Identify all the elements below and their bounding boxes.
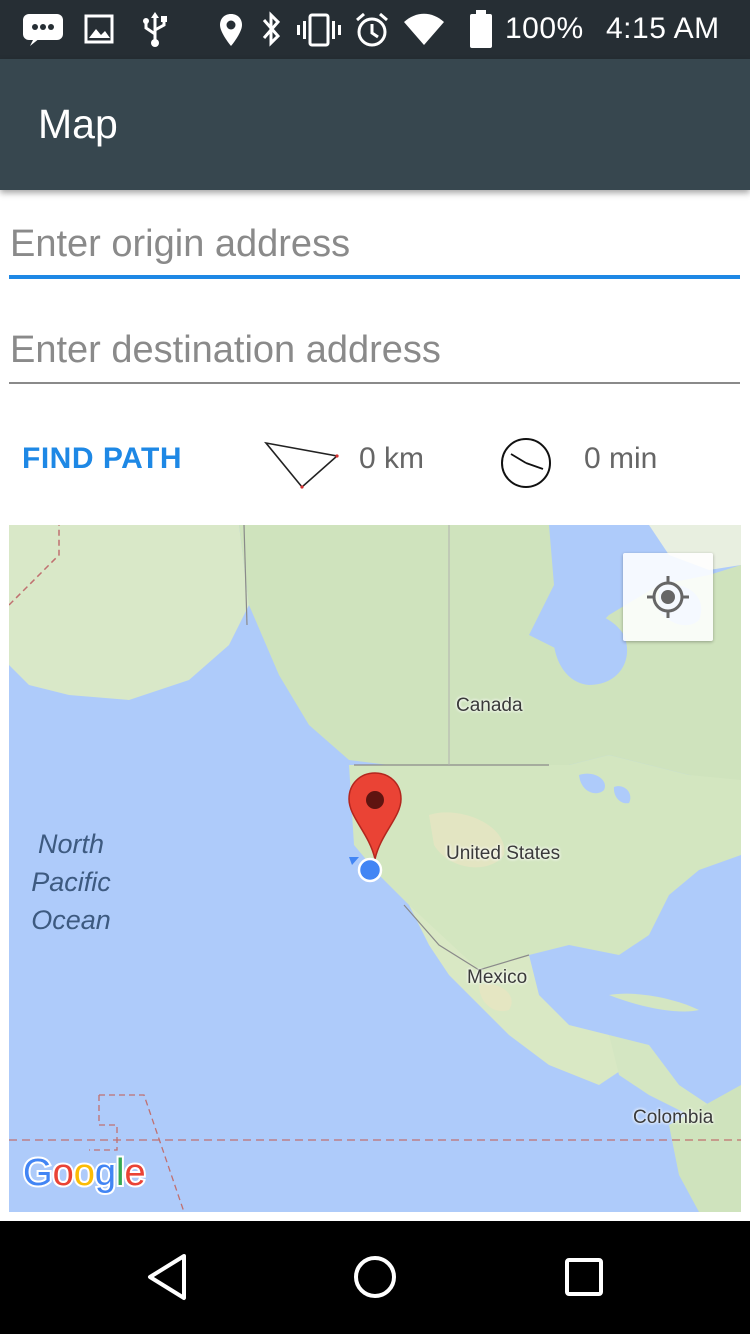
wifi-icon: [404, 13, 444, 45]
recents-icon[interactable]: [564, 1257, 604, 1297]
back-icon[interactable]: [144, 1252, 190, 1302]
home-icon[interactable]: [352, 1254, 398, 1300]
find-path-button[interactable]: FIND PATH: [22, 442, 182, 476]
origin-underline: [9, 275, 740, 279]
page-title: Map: [38, 101, 118, 147]
battery-icon: [470, 10, 492, 48]
my-location-button[interactable]: [623, 553, 713, 641]
svg-text:Google: Google: [23, 1152, 146, 1194]
google-logo: Google Google: [21, 1150, 148, 1196]
status-bar: 100% 4:15 AM: [0, 0, 750, 59]
destination-underline: [9, 382, 740, 384]
duration-value: 0 min: [584, 442, 658, 475]
map-label-united-states: United States: [446, 843, 561, 864]
map-view[interactable]: Canada United States Mexico Colombia Nor…: [9, 525, 741, 1212]
location-icon: [220, 14, 242, 46]
distance-icon: [264, 441, 339, 489]
map-label-colombia: Colombia: [633, 1107, 714, 1128]
ocean-label-line: Ocean: [31, 905, 111, 935]
map-label-north-pacific-ocean: North Pacific Ocean: [31, 825, 111, 939]
battery-percent: 100%: [505, 12, 584, 45]
destination-address-input[interactable]: [9, 320, 740, 380]
bluetooth-icon: [262, 11, 281, 47]
map-label-canada: Canada: [456, 695, 523, 716]
map-label-mexico: Mexico: [467, 967, 528, 988]
ocean-label-line: Pacific: [31, 867, 111, 897]
origin-address-input[interactable]: [9, 214, 740, 274]
clock-icon: [501, 438, 551, 488]
system-navigation-bar: [0, 1221, 750, 1334]
distance-value: 0 km: [359, 442, 425, 475]
app-bar: Map: [0, 59, 750, 190]
usb-icon: [143, 12, 167, 47]
map-marker-icon[interactable]: [347, 771, 403, 861]
image-icon: [84, 14, 114, 44]
current-location-icon: [349, 857, 383, 883]
vibrate-icon: [297, 13, 341, 47]
alarm-icon: [356, 12, 388, 47]
crosshair-icon: [647, 576, 689, 618]
clock: 4:15 AM: [606, 12, 720, 45]
ocean-label-line: North: [37, 829, 105, 859]
messaging-icon: [23, 14, 63, 46]
